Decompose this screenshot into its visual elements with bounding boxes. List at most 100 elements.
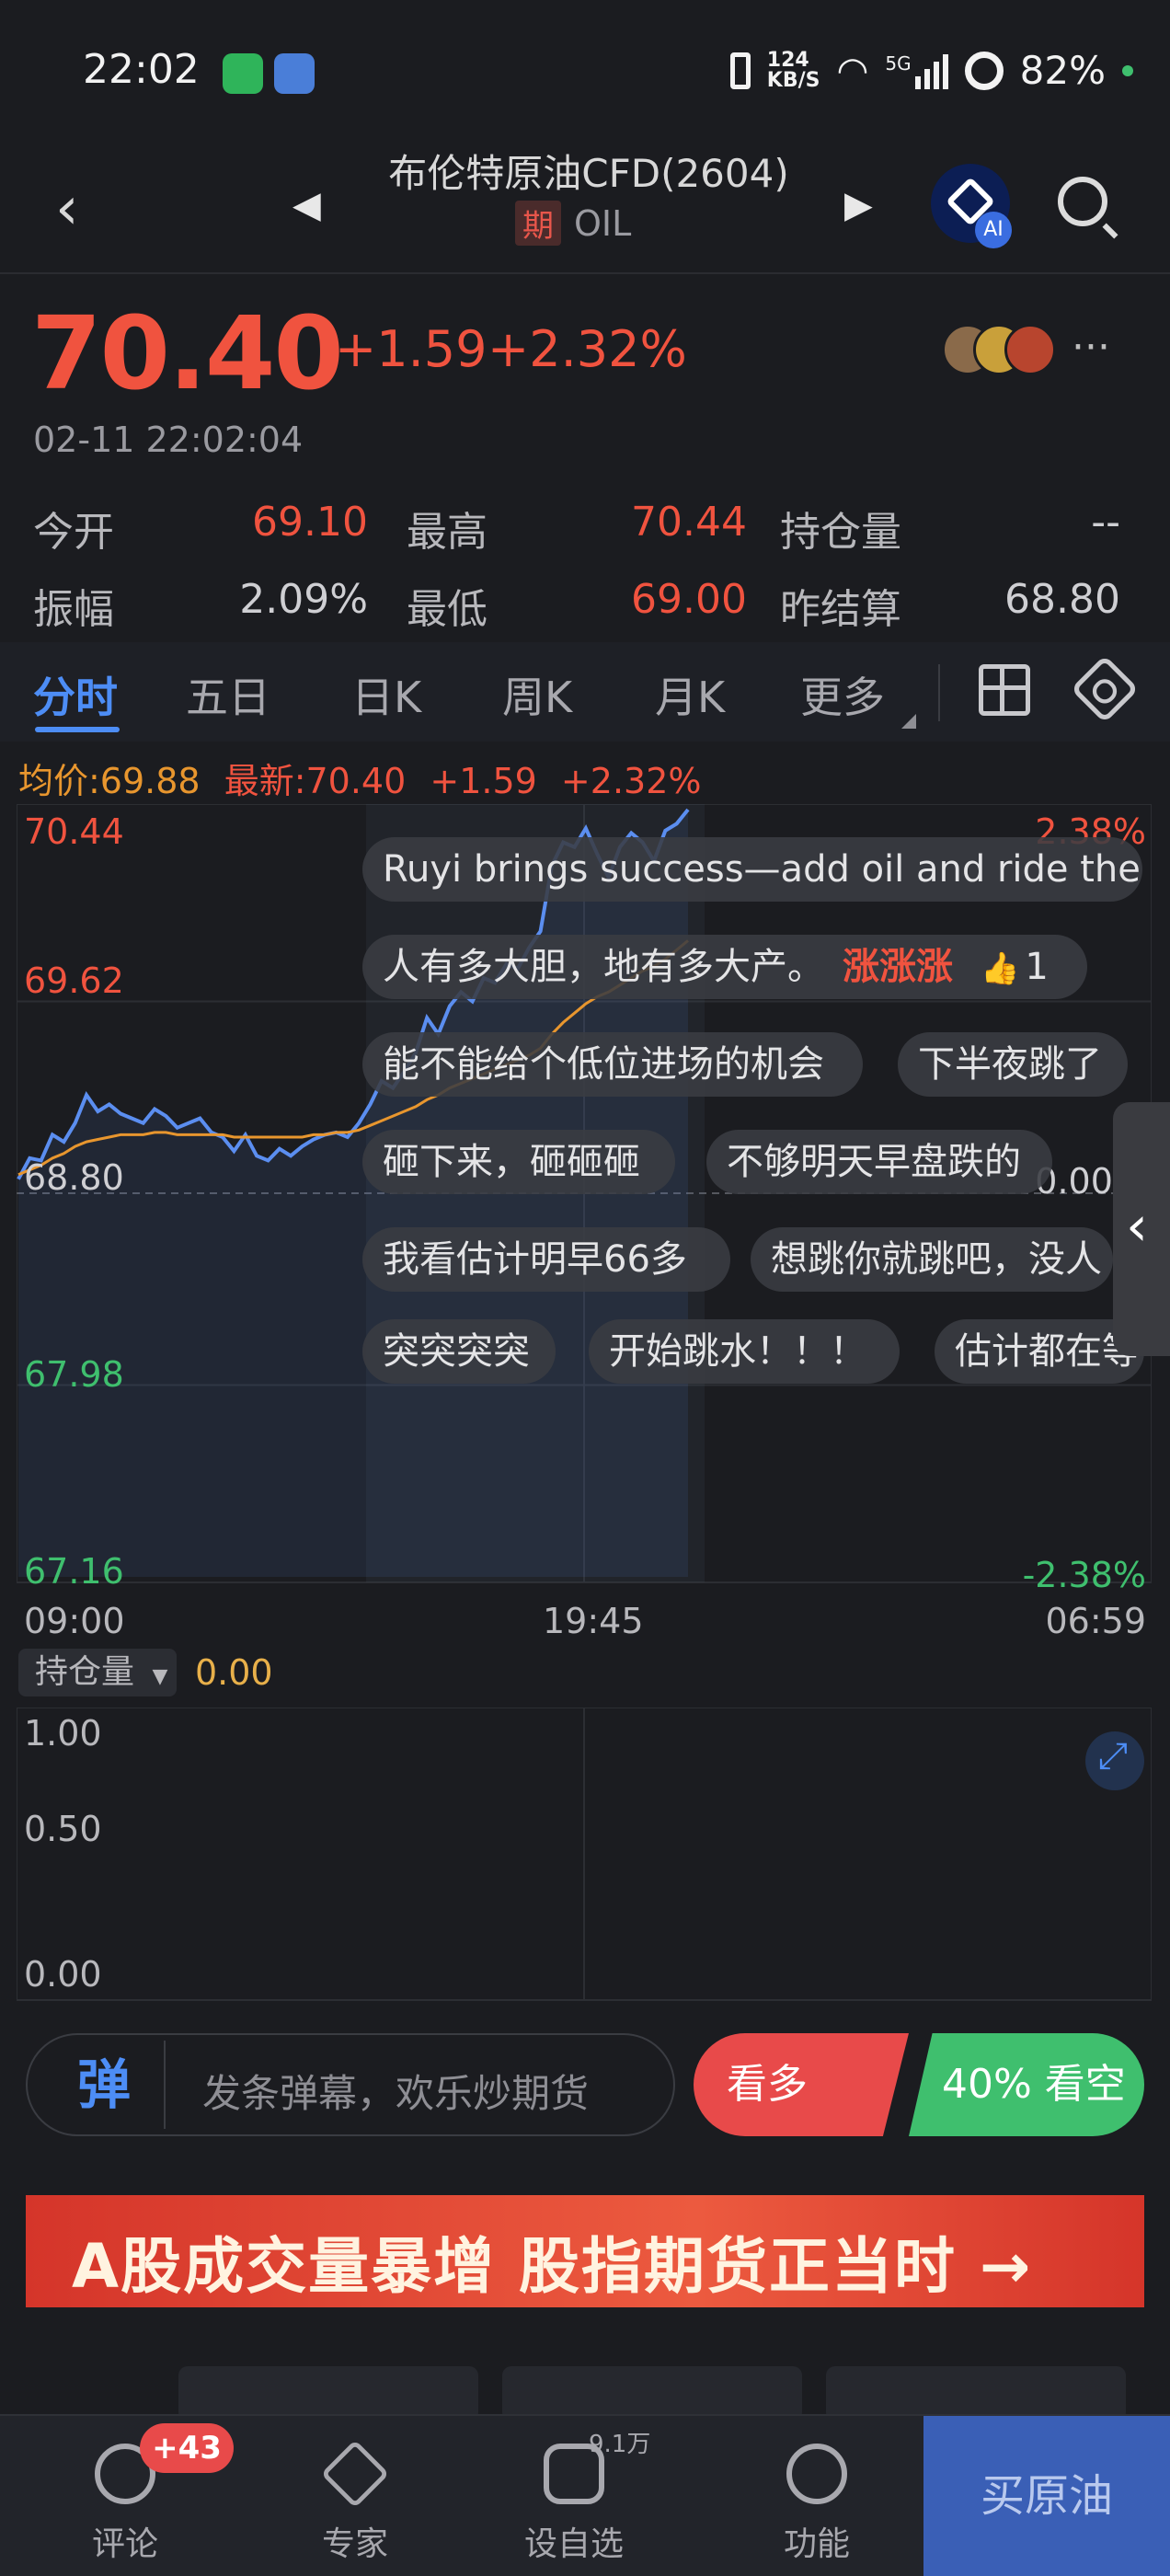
danmaku-bubble[interactable]: 能不能给个低位进场的机会: [362, 1032, 863, 1097]
stat-value: 68.80: [1004, 576, 1120, 623]
app-notification-icon: [274, 53, 315, 94]
nav-functions[interactable]: 功能: [743, 2429, 890, 2565]
danmaku-bubble[interactable]: 砸下来，砸砸砸: [362, 1130, 675, 1194]
y-tick-label: 68.80: [24, 1157, 124, 1198]
wechat-icon: [223, 53, 263, 94]
danmaku-bubble[interactable]: 突突突突: [362, 1319, 556, 1384]
promo-banner[interactable]: A股成交量暴增 股指期货正当时 →: [26, 2195, 1144, 2307]
latest-change-pct: +2.32%: [560, 761, 702, 801]
vote-bullish-button[interactable]: 看多 60%: [694, 2033, 909, 2136]
content-card[interactable]: [178, 2366, 478, 2421]
signal-icon: 5G: [885, 52, 948, 89]
price-change: +1.59: [335, 320, 488, 378]
buy-oil-button[interactable]: 买原油: [923, 2416, 1170, 2576]
y-tick-label: 67.98: [24, 1354, 124, 1395]
layout-grid-icon[interactable]: [979, 664, 1030, 716]
nav-label: 专家: [321, 2525, 388, 2563]
page-title: 布伦特原油CFD(2604): [388, 151, 789, 196]
tab-4[interactable]: 月K: [655, 664, 725, 725]
content-card[interactable]: [502, 2366, 802, 2421]
danmaku-text: 砸下来，砸砸砸: [383, 1141, 640, 1183]
promo-banner-text: A股成交量暴增 股指期货正当时 →: [72, 2231, 1033, 2302]
price-change-pct: +2.32%: [488, 320, 687, 378]
watch-count: 9.1万: [589, 2431, 651, 2458]
danmaku-text: 人有多大胆，地有多大产。: [383, 946, 824, 988]
watcher-avatars[interactable]: [942, 324, 1061, 375]
danmaku-bubble[interactable]: 我看估计明早66多: [362, 1227, 730, 1292]
tab-active-indicator: [35, 727, 120, 732]
more-options-icon[interactable]: ···: [1072, 324, 1110, 371]
tab-1[interactable]: 五日: [186, 664, 270, 725]
next-contract-icon[interactable]: ▶: [844, 184, 873, 226]
battery-ring-icon: [964, 51, 1004, 90]
stat-label: 最低: [407, 586, 488, 633]
vote-bearish-button[interactable]: 40% 看空: [909, 2033, 1144, 2136]
tab-0[interactable]: 分时: [33, 664, 118, 725]
position-dropdown[interactable]: 持仓量 ▼: [18, 1649, 177, 1696]
position-value: 0.00: [195, 1652, 273, 1693]
nav-label: 评论: [91, 2525, 158, 2563]
danmaku-text: 不够明天早盘跌的: [727, 1141, 1021, 1183]
stat-value: 69.10: [252, 499, 368, 546]
stat-label: 今开: [33, 509, 114, 556]
danmaku-text: 能不能给个低位进场的机会: [383, 1043, 824, 1086]
intraday-chart[interactable]: [17, 804, 1152, 1595]
position-y-tick: 0.50: [24, 1809, 102, 1849]
y-tick-label: 67.16: [24, 1551, 124, 1592]
pct-tick-label: -2.38%: [1022, 1555, 1146, 1595]
tab-2[interactable]: 日K: [351, 664, 421, 725]
danmaku-bubble[interactable]: 不够明天早盘跌的: [706, 1130, 1052, 1194]
content-card[interactable]: [826, 2366, 1126, 2421]
avg-price-label: 均价:69.88: [18, 761, 201, 801]
stat-value: 2.09%: [239, 576, 368, 623]
x-tick-label: 09:00: [24, 1601, 125, 1641]
danmaku-bubble[interactable]: 人有多大胆，地有多大产。 涨涨涨 👍 1: [362, 935, 1087, 999]
stat-label: 持仓量: [780, 509, 901, 556]
symbol-label: OIL: [574, 202, 632, 244]
tab-5[interactable]: 更多: [800, 664, 885, 725]
header-divider: [0, 272, 1170, 274]
danmaku-text: Ruyi brings success—add oil and ride the…: [383, 848, 1142, 891]
like-count: 1: [1025, 946, 1049, 988]
danmaku-bubble[interactable]: 下半夜跳了: [898, 1032, 1128, 1097]
x-tick-label: 06:59: [1045, 1601, 1146, 1641]
danmaku-toggle-icon[interactable]: 弹: [44, 2041, 166, 2129]
search-icon[interactable]: [1058, 177, 1107, 226]
more-dropdown-icon[interactable]: [901, 714, 916, 729]
expand-chart-icon[interactable]: [1085, 1731, 1144, 1790]
tab-3[interactable]: 周K: [502, 664, 572, 725]
danmaku-text: 突突突突: [383, 1330, 530, 1373]
back-chevron-icon[interactable]: ‹: [55, 175, 79, 243]
danmaku-text: 开始跳水！！！: [609, 1330, 866, 1373]
position-chart[interactable]: [17, 1708, 1152, 2002]
prev-contract-icon[interactable]: ◀: [292, 184, 321, 226]
position-dropdown-label: 持仓量: [35, 1653, 135, 1691]
latest-change: +1.59: [430, 761, 537, 801]
diamond-icon: [320, 2439, 390, 2509]
last-price: 70.40: [31, 294, 344, 412]
status-bar: 22:02 124 KB/S ◠ 5G 82%: [0, 0, 1170, 147]
charging-dot-icon: [1122, 64, 1133, 76]
danmaku-bubble[interactable]: 想跳你就跳吧，没人: [751, 1227, 1113, 1292]
comment-count-badge: +43: [140, 2423, 234, 2473]
danmaku-bubble[interactable]: 开始跳水！！！: [589, 1319, 900, 1384]
danmaku-bubble[interactable]: Ruyi brings success—add oil and ride the…: [362, 837, 1142, 902]
clock: 22:02: [83, 46, 200, 93]
danmaku-input-placeholder[interactable]: 发条弹幕，欢乐炒期货: [202, 2063, 589, 2119]
menu-list-icon: [786, 2444, 847, 2504]
nav-experts[interactable]: 专家: [281, 2429, 429, 2565]
danmaku-text: 估计都在等: [955, 1330, 1139, 1373]
thumbs-up-icon[interactable]: 👍: [981, 950, 1019, 987]
stat-label: 振幅: [33, 586, 114, 633]
nav-label: 设自选: [523, 2525, 624, 2563]
side-collapse-tab[interactable]: [1113, 1102, 1170, 1356]
position-y-tick: 1.00: [24, 1713, 102, 1754]
battery-percent: 82%: [1019, 48, 1106, 93]
x-tick-label: 19:45: [543, 1601, 644, 1641]
stat-value: 70.44: [631, 499, 747, 546]
avatar: [1004, 324, 1056, 375]
ai-assistant-button[interactable]: AI: [931, 164, 1012, 248]
futures-badge: 期: [515, 201, 561, 246]
status-icons: 124 KB/S ◠ 5G 82%: [729, 48, 1133, 93]
position-y-tick: 0.00: [24, 1954, 102, 1995]
